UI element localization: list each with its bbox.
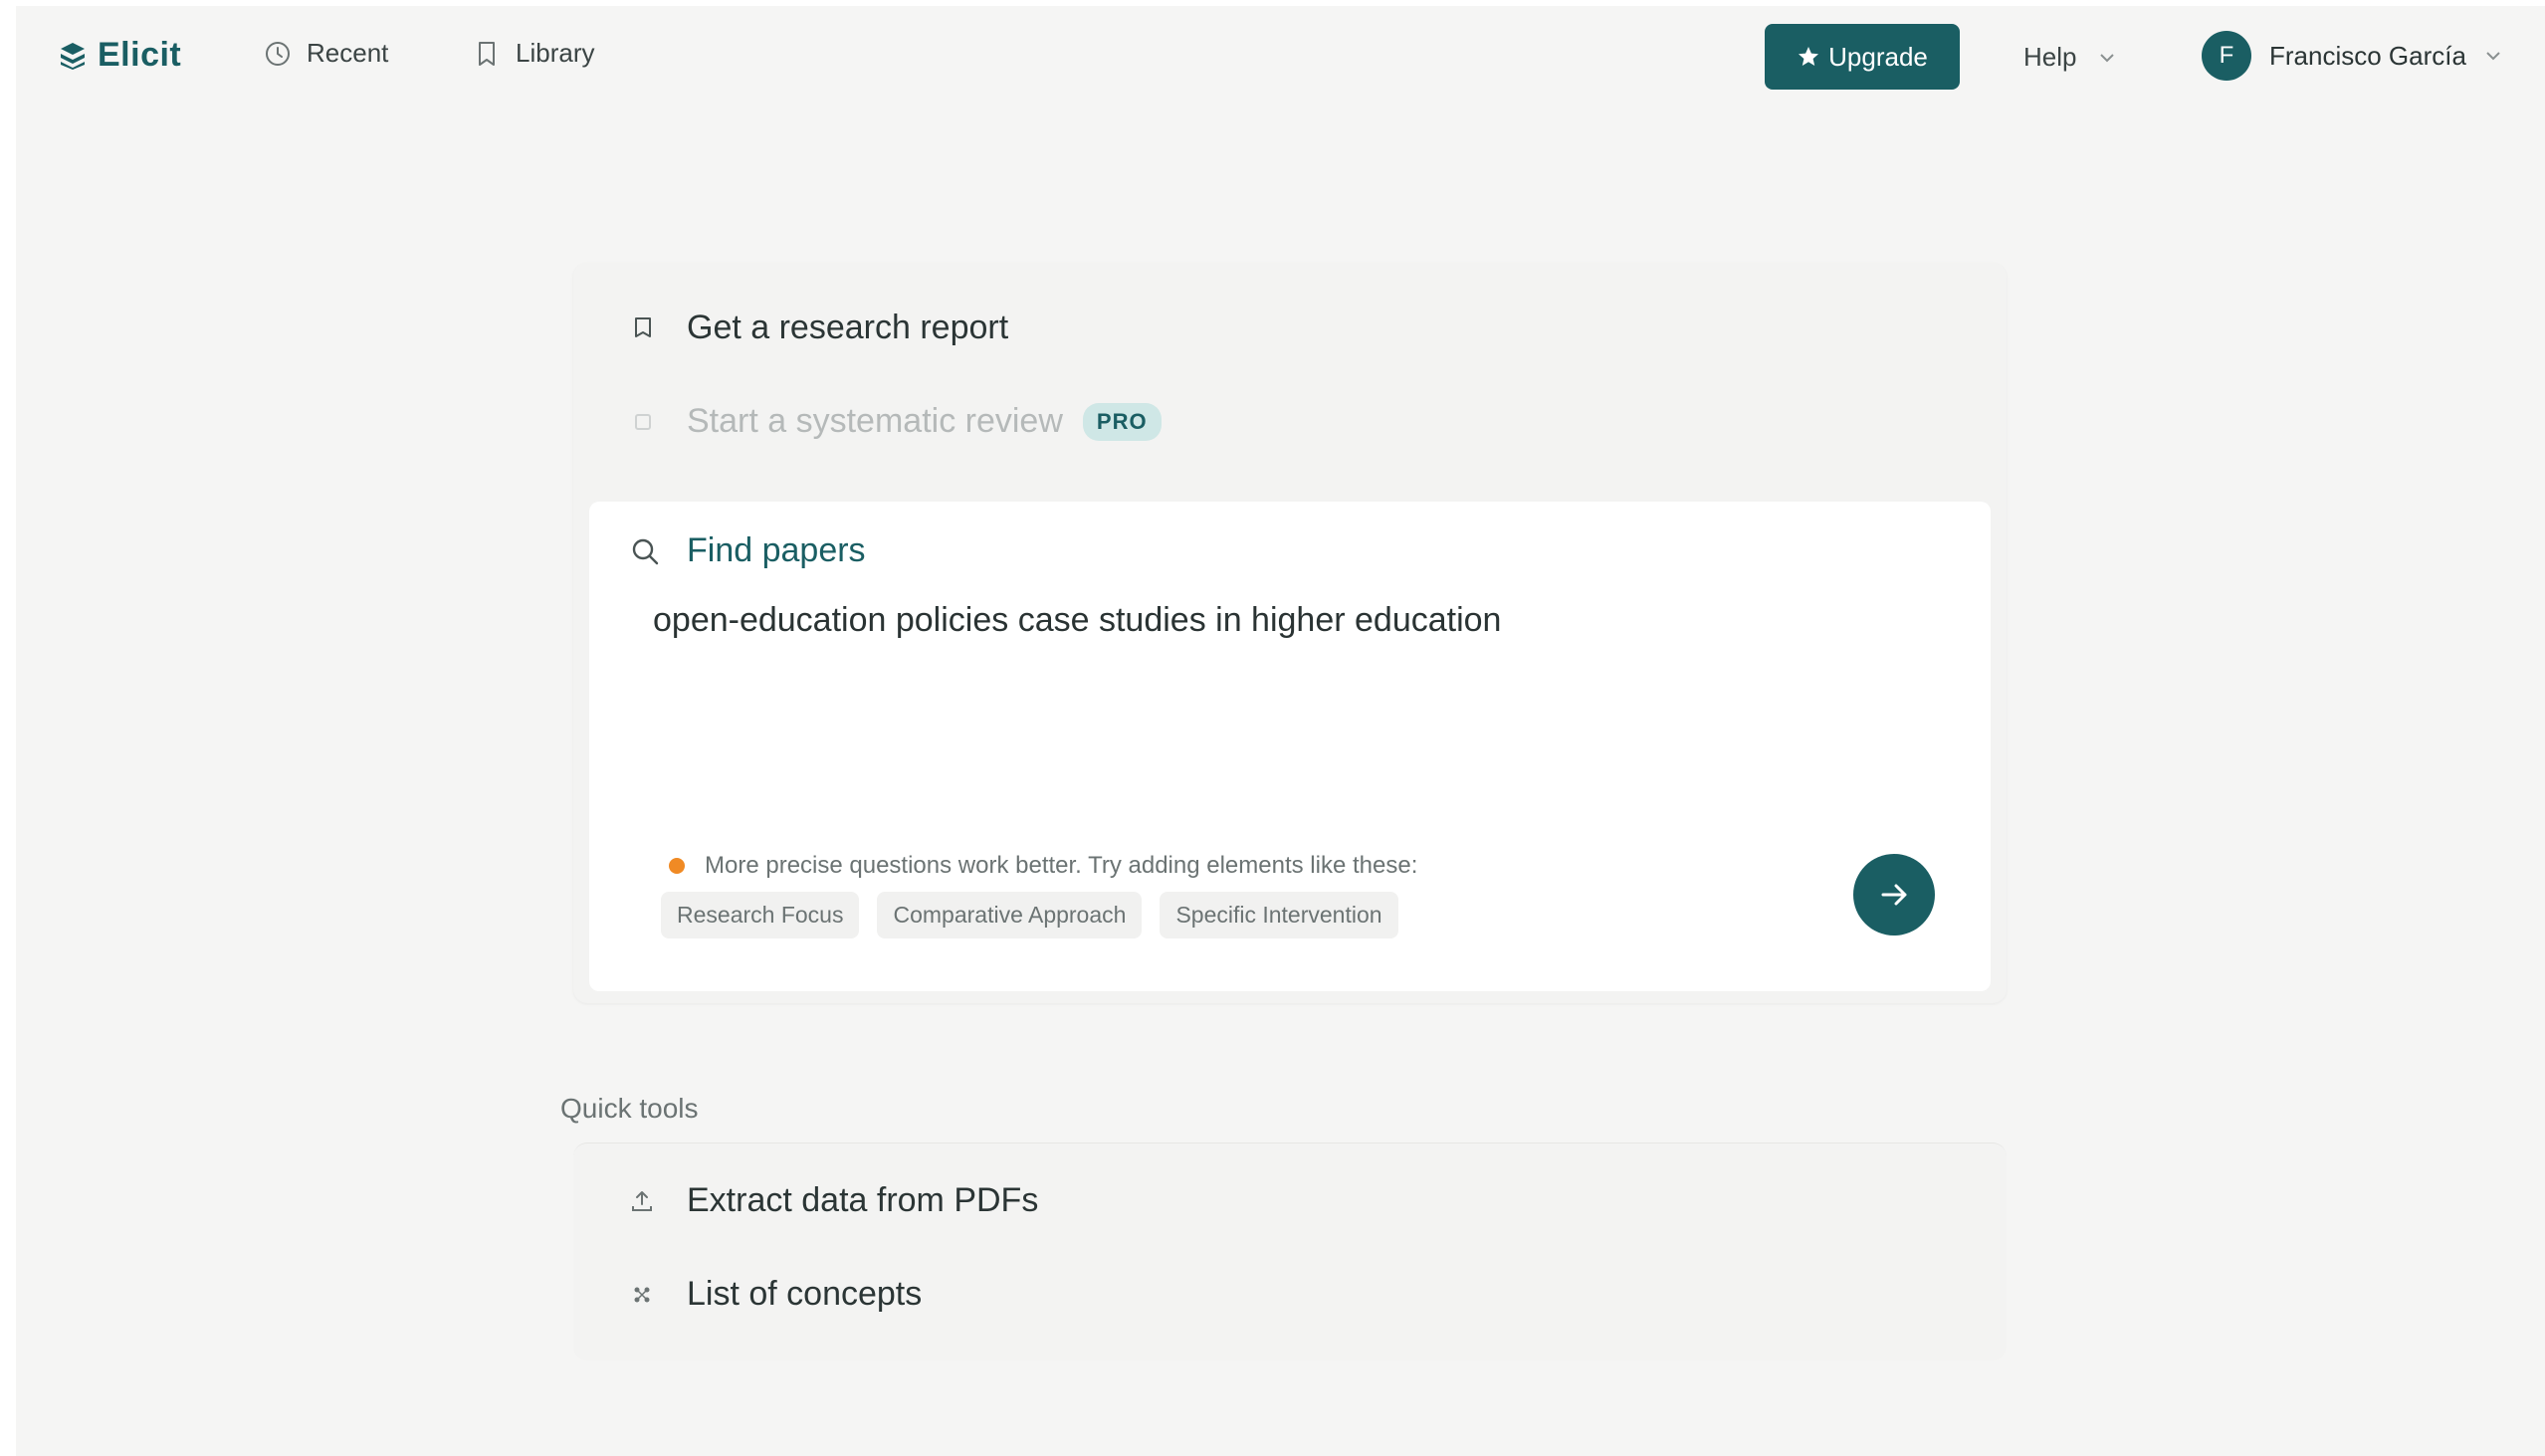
help-menu[interactable]: Help — [2023, 42, 2116, 73]
find-papers-panel: Find papers open-education policies case… — [589, 502, 1991, 991]
elicit-logo-icon — [61, 42, 85, 70]
upgrade-label: Upgrade — [1828, 41, 1928, 72]
systematic-review-label: Start a systematic review — [687, 402, 1063, 440]
find-papers-label: Find papers — [687, 531, 866, 569]
nav-recent[interactable]: Recent — [263, 38, 388, 69]
user-name: Francisco García — [2269, 40, 2466, 71]
user-menu[interactable]: F Francisco García — [2202, 31, 2502, 81]
upload-icon — [632, 1190, 652, 1211]
extract-data-label: Extract data from PDFs — [687, 1181, 1039, 1219]
nav-recent-label: Recent — [307, 38, 389, 68]
chevron-down-icon — [2486, 52, 2500, 61]
nav-library[interactable]: Library — [472, 38, 594, 69]
mode-research-report[interactable]: Get a research report — [629, 309, 1008, 347]
top-bar: Elicit Recent Library Upgrade Help F Fra… — [16, 6, 2545, 105]
chip-research-focus[interactable]: Research Focus — [661, 892, 860, 938]
bookmark-icon — [479, 41, 495, 66]
list-concepts-label: List of concepts — [687, 1275, 923, 1313]
hint-dot-icon — [669, 858, 685, 874]
research-report-label: Get a research report — [687, 309, 1009, 346]
report-icon — [635, 316, 651, 337]
brand-name: Elicit — [98, 36, 182, 74]
pro-badge: PRO — [1082, 402, 1162, 441]
search-input[interactable]: open-education policies case studies in … — [653, 601, 1927, 750]
arrow-right-icon — [1881, 884, 1907, 906]
quick-tools-title: Quick tools — [560, 1093, 699, 1124]
submit-search-button[interactable] — [1853, 854, 1935, 936]
elicit-logo[interactable]: Elicit — [58, 36, 181, 75]
suggestion-chips: Research Focus Comparative Approach Spec… — [661, 892, 1398, 938]
app-window: Elicit Recent Library Upgrade Help F Fra… — [16, 6, 2545, 1456]
quick-tool-extract-data[interactable]: Extract data from PDFs — [629, 1181, 1038, 1220]
quick-tools-card: Extract data from PDFs List of concepts — [573, 1143, 2007, 1360]
chevron-down-icon — [2100, 53, 2115, 62]
help-label: Help — [2023, 42, 2077, 72]
review-icon — [635, 413, 651, 430]
search-icon — [632, 538, 659, 564]
hint-label: More precise questions work better. Try … — [705, 852, 1418, 879]
clock-icon — [266, 41, 290, 66]
search-card: Get a research report Start a systematic… — [573, 263, 2007, 1003]
avatar: F — [2202, 31, 2251, 81]
chip-specific-intervention[interactable]: Specific Intervention — [1160, 892, 1398, 938]
upgrade-button[interactable]: Upgrade — [1765, 24, 1960, 90]
chip-comparative-approach[interactable]: Comparative Approach — [877, 892, 1143, 938]
hint-text: More precise questions work better. Try … — [669, 852, 1417, 880]
quick-tool-list-concepts[interactable]: List of concepts — [629, 1275, 922, 1314]
mode-find-papers[interactable]: Find papers — [629, 531, 866, 570]
concepts-icon — [634, 1287, 650, 1302]
star-icon — [1799, 47, 1819, 66]
nav-library-label: Library — [516, 38, 595, 68]
mode-systematic-review[interactable]: Start a systematic review PRO — [629, 402, 1162, 441]
